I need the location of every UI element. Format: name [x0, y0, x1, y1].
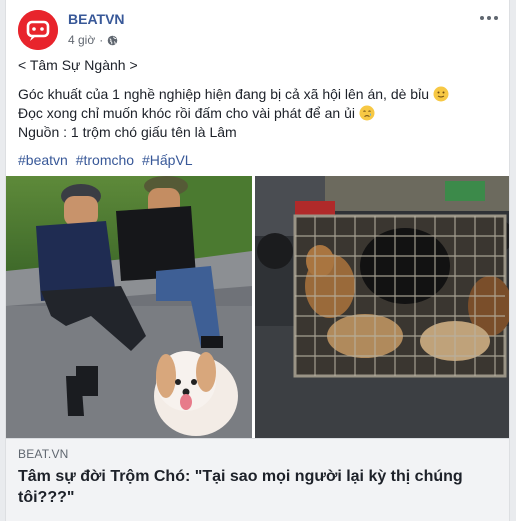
post-text-line: Đọc xong chỉ muốn khóc rồi đấm cho vài p…	[18, 104, 497, 123]
dot-icon	[487, 16, 491, 20]
link-preview-caption[interactable]: BEAT.VN Tâm sự đời Trộm Chó: "Tại sao mọ…	[6, 438, 509, 521]
link-domain: BEAT.VN	[18, 447, 69, 461]
post-header: BEATVN 4 giờ ·	[6, 0, 509, 56]
post-meta: 4 giờ ·	[68, 33, 118, 47]
crying-face-icon	[359, 105, 375, 121]
hashtag-list: #beatvn #tromcho #HấpVL	[6, 151, 509, 170]
post-text-line: < Tâm Sự Ngành >	[18, 57, 138, 73]
hashtag-link[interactable]: #tromcho	[76, 152, 134, 168]
dot-icon	[494, 16, 498, 20]
page-avatar[interactable]	[18, 10, 58, 50]
page-name-link[interactable]: BEATVN	[68, 11, 125, 27]
post-text: < Tâm Sự Ngành > Góc khuất của 1 nghề ng…	[6, 56, 509, 142]
globe-icon	[107, 35, 118, 45]
link-preview-image[interactable]	[6, 176, 509, 438]
hashtag-link[interactable]: #beatvn	[18, 152, 68, 168]
dot-icon	[480, 16, 484, 20]
link-title: Tâm sự đời Trộm Chó: "Tại sao mọi người …	[18, 468, 463, 506]
post-card: BEATVN 4 giờ · < Tâm Sự Ngành > Góc khuấ…	[5, 0, 510, 521]
post-text-line: Góc khuất của 1 nghề nghiệp hiện đang bị…	[18, 85, 497, 104]
hashtag-link[interactable]: #HấpVL	[142, 152, 193, 168]
post-text-line: Nguồn : 1 trộm chó giấu tên là Lâm	[18, 124, 237, 140]
beatvn-logo-icon	[18, 10, 58, 50]
slightly-smiling-face-icon	[433, 86, 449, 102]
photo-dogs-in-cage	[255, 176, 509, 438]
post-timestamp[interactable]: 4 giờ	[68, 33, 95, 47]
more-options-button[interactable]	[477, 8, 501, 28]
photo-two-men-with-dog	[6, 176, 252, 438]
